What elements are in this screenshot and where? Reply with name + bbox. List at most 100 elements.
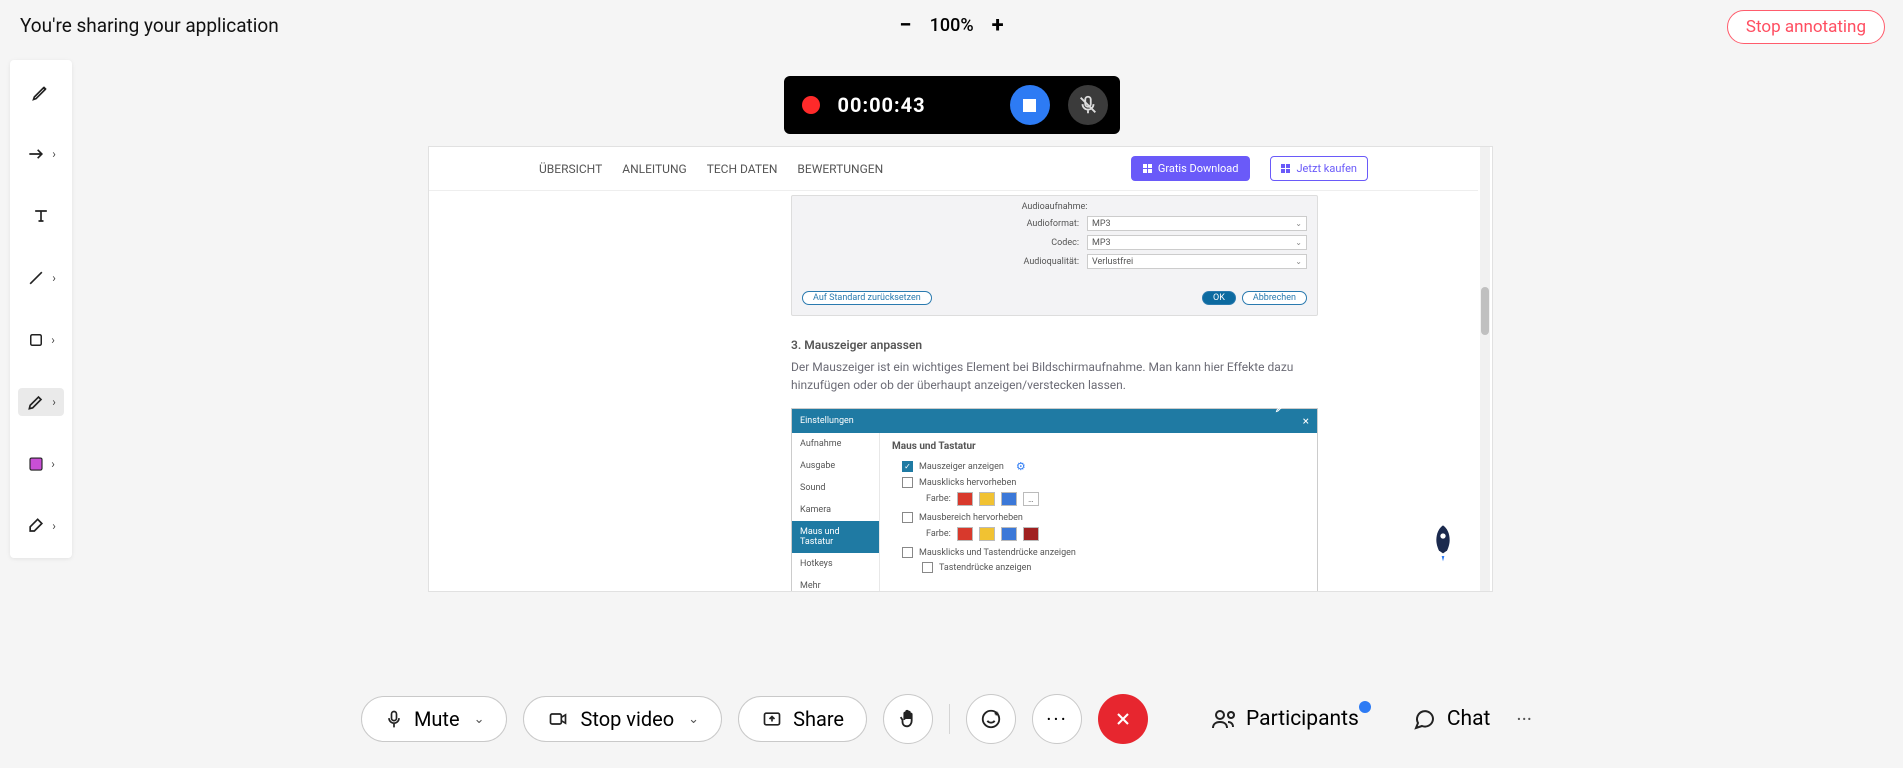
hand-icon [897, 708, 919, 730]
recording-indicator-icon [802, 96, 820, 114]
participants-label: Participants [1246, 707, 1359, 731]
separator [949, 704, 950, 734]
color-picker-tool[interactable]: › [18, 450, 64, 478]
pen-tool[interactable] [18, 78, 64, 106]
color-swatch-red[interactable] [957, 527, 973, 541]
stop-video-button[interactable]: Stop video ⌄ [523, 696, 722, 742]
checkbox-highlight-clicks[interactable] [902, 477, 913, 488]
video-icon [546, 709, 570, 729]
chat-button[interactable]: Chat [1411, 707, 1491, 731]
checkbox-highlight-area[interactable] [902, 512, 913, 523]
annotation-toolbar: › › › › › › [10, 60, 72, 558]
share-button[interactable]: Share [738, 696, 867, 742]
checkbox-label: Mauszeiger anzeigen [919, 462, 1004, 472]
dialog-title: Einstellungen [800, 416, 854, 426]
tab-techdata[interactable]: TECH DATEN [707, 162, 778, 176]
scrollbar[interactable] [1480, 147, 1490, 591]
sidebar-item-sound[interactable]: Sound [792, 477, 879, 499]
reset-defaults-button[interactable]: Auf Standard zurücksetzen [802, 291, 932, 305]
rectangle-tool[interactable]: › [18, 326, 64, 354]
more-options-button[interactable]: ··· [1032, 694, 1082, 744]
tab-reviews[interactable]: BEWERTUNGEN [797, 162, 883, 176]
sidebar-item-maus-tastatur[interactable]: Maus und Tastatur [792, 521, 879, 553]
checkbox-show-cursor[interactable]: ✓ [902, 461, 913, 472]
color-swatch-red[interactable] [957, 492, 973, 506]
settings-main-heading: Maus und Tastatur [892, 441, 1305, 452]
color-swatch-yellow[interactable] [979, 492, 995, 506]
mute-mic-button[interactable] [1068, 85, 1108, 125]
mute-button[interactable]: Mute ⌄ [361, 696, 508, 742]
checkbox-show-clicks-keys[interactable] [902, 547, 913, 558]
option-label: Audioformat: [999, 219, 1079, 229]
chevron-right-icon: › [52, 147, 56, 161]
audioformat-select[interactable]: MP3⌄ [1087, 216, 1307, 231]
sidebar-item-ausgabe[interactable]: Ausgabe [792, 455, 879, 477]
color-swatch-blue[interactable] [1001, 492, 1017, 506]
zoom-out-button[interactable]: − [899, 13, 911, 38]
smile-icon [980, 708, 1002, 730]
overflow-menu-button[interactable]: ··· [1506, 707, 1542, 731]
participants-button[interactable]: Participants [1210, 707, 1359, 731]
notification-dot-icon [1359, 701, 1371, 713]
mute-label: Mute [414, 707, 460, 731]
end-call-button[interactable] [1098, 694, 1148, 744]
reactions-button[interactable] [966, 694, 1016, 744]
ok-button[interactable]: OK [1202, 291, 1236, 305]
audio-section-heading: Audioaufnahme: [802, 202, 1307, 212]
color-swatch-more[interactable]: … [1023, 492, 1039, 506]
checkbox-show-keypresses[interactable] [922, 562, 933, 573]
chat-icon [1411, 707, 1437, 731]
chevron-right-icon: › [51, 333, 55, 347]
line-icon [26, 268, 46, 288]
gear-icon[interactable]: ⚙ [1016, 460, 1026, 473]
scroll-thumb[interactable] [1481, 287, 1489, 335]
buy-button-label: Jetzt kaufen [1296, 162, 1357, 175]
arrow-icon [26, 144, 46, 164]
windows-icon [1281, 164, 1291, 174]
pen-icon [31, 82, 51, 102]
sidebar-item-aufnahme[interactable]: Aufnahme [792, 433, 879, 455]
chat-label: Chat [1447, 707, 1491, 731]
sidebar-item-hotkeys[interactable]: Hotkeys [792, 553, 879, 575]
tab-guide[interactable]: ANLEITUNG [622, 162, 686, 176]
text-icon [31, 206, 51, 226]
chevron-right-icon: › [52, 519, 56, 533]
stop-annotating-button[interactable]: Stop annotating [1727, 10, 1885, 44]
cancel-button[interactable]: Abbrechen [1242, 291, 1307, 305]
tab-overview[interactable]: ÜBERSICHT [539, 162, 602, 176]
line-tool[interactable]: › [18, 264, 64, 292]
codec-select[interactable]: MP3⌄ [1087, 235, 1307, 250]
stop-recording-button[interactable] [1010, 85, 1050, 125]
share-label: Share [793, 707, 844, 731]
raise-hand-button[interactable] [883, 694, 933, 744]
download-button[interactable]: Gratis Download [1131, 156, 1251, 181]
close-icon [1113, 709, 1133, 729]
checkbox-label: Mausklicks hervorheben [919, 478, 1016, 488]
eraser-tool[interactable]: › [18, 512, 64, 540]
sidebar-item-kamera[interactable]: Kamera [792, 499, 879, 521]
color-swatch-darkred[interactable] [1023, 527, 1039, 541]
arrow-tool[interactable]: › [18, 140, 64, 168]
page-header: ÜBERSICHT ANLEITUNG TECH DATEN BEWERTUNG… [429, 147, 1478, 191]
chevron-down-icon[interactable]: ⌄ [474, 712, 485, 727]
sidebar-item-mehr[interactable]: Mehr [792, 575, 879, 592]
buy-button[interactable]: Jetzt kaufen [1270, 156, 1368, 181]
highlighter-tool[interactable]: › [18, 388, 64, 416]
rectangle-icon [27, 331, 45, 349]
zoom-in-button[interactable]: + [992, 13, 1004, 38]
color-swatch-blue[interactable] [1001, 527, 1017, 541]
audioquality-select[interactable]: Verlustfrei⌄ [1087, 254, 1307, 269]
windows-icon [1143, 164, 1153, 174]
mic-icon [384, 707, 404, 731]
scroll-to-top-button[interactable] [1427, 524, 1467, 564]
chevron-down-icon[interactable]: ⌄ [688, 712, 699, 727]
color-swatch-yellow[interactable] [979, 527, 995, 541]
edit-icon[interactable] [1275, 401, 1287, 413]
recording-bar: 00:00:43 [784, 76, 1120, 134]
close-icon[interactable]: × [1303, 414, 1309, 428]
stop-icon [1023, 99, 1036, 112]
mic-off-icon [1077, 94, 1099, 116]
text-tool[interactable] [18, 202, 64, 230]
checkbox-label: Mausbereich hervorheben [919, 513, 1023, 523]
color-swatch-icon [27, 455, 45, 473]
